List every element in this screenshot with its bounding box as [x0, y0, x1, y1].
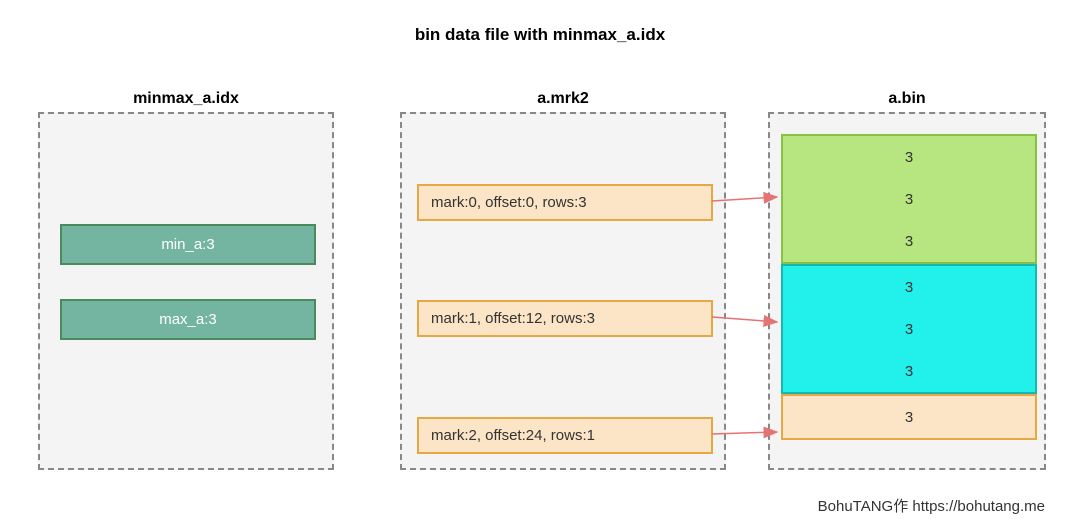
bin-block-0: 3 3 3	[781, 134, 1037, 264]
bin-block-2: 3	[781, 394, 1037, 440]
minmax-idx-label: minmax_a.idx	[40, 90, 332, 108]
bin-box: a.bin 3 3 3 3 3 3 3	[768, 112, 1046, 470]
minmax-idx-box: minmax_a.idx min_a:3 max_a:3	[38, 112, 334, 470]
bin-row: 3	[783, 266, 1035, 308]
bin-row: 3	[783, 308, 1035, 350]
bin-row: 3	[783, 220, 1035, 262]
mark-2-item: mark:2, offset:24, rows:1	[417, 417, 713, 454]
bin-block-1: 3 3 3	[781, 264, 1037, 394]
max-a-item: max_a:3	[60, 299, 316, 340]
footer-attribution: BohuTANG作 https://bohutang.me	[818, 495, 1045, 516]
min-a-item: min_a:3	[60, 224, 316, 265]
bin-row: 3	[783, 350, 1035, 392]
bin-row: 3	[783, 396, 1035, 438]
bin-label: a.bin	[770, 90, 1044, 108]
mrk2-box: a.mrk2 mark:0, offset:0, rows:3 mark:1, …	[400, 112, 726, 470]
mrk2-label: a.mrk2	[402, 90, 724, 108]
diagram-title: bin data file with minmax_a.idx	[0, 25, 1080, 45]
mark-0-item: mark:0, offset:0, rows:3	[417, 184, 713, 221]
mark-1-item: mark:1, offset:12, rows:3	[417, 300, 713, 337]
bin-row: 3	[783, 136, 1035, 178]
bin-row: 3	[783, 178, 1035, 220]
